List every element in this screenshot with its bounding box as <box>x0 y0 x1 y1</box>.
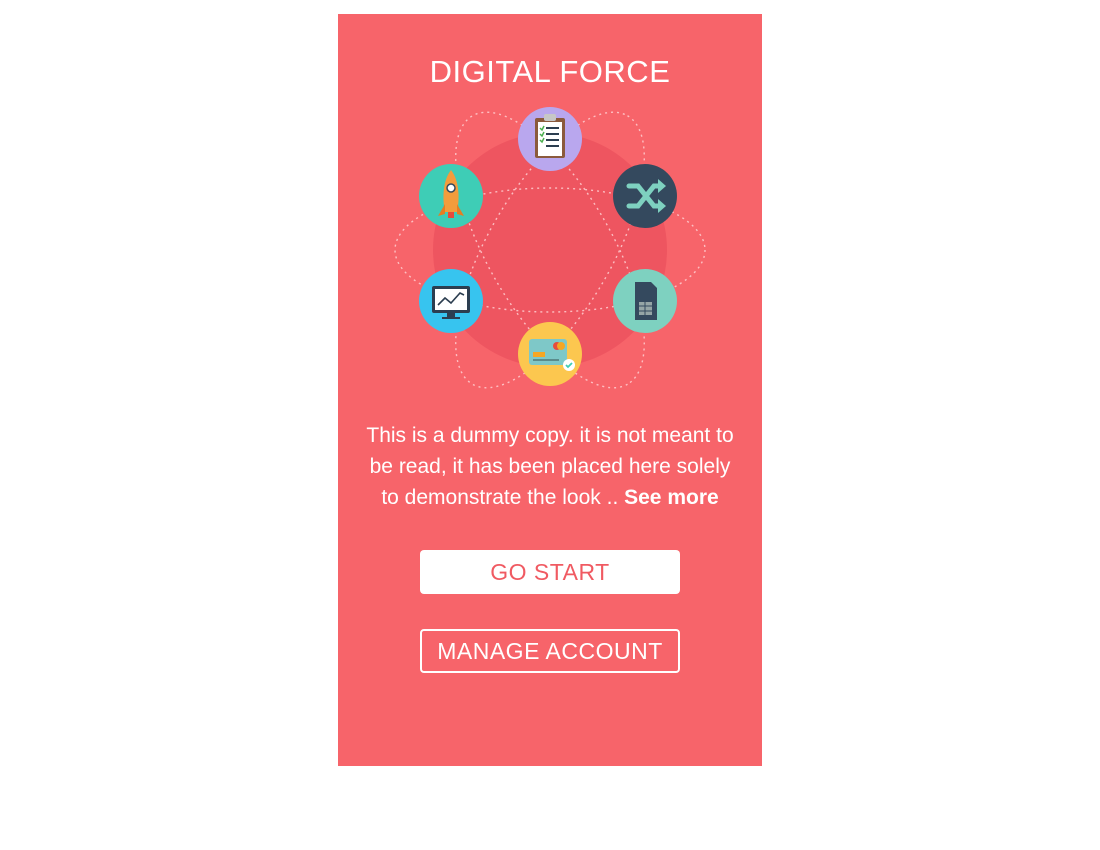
credit-card-icon <box>518 322 582 386</box>
rocket-icon <box>419 164 483 228</box>
monitor-chart-icon <box>419 269 483 333</box>
hero-illustration <box>394 107 706 389</box>
app-screen: DIGITAL FORCE This is a dummy copy. it i… <box>338 14 762 766</box>
see-more-link[interactable]: See more <box>624 486 719 509</box>
description-text: This is a dummy copy. it is not meant to… <box>362 420 738 513</box>
sim-card-icon <box>613 269 677 333</box>
shuffle-icon <box>613 164 677 228</box>
go-start-button[interactable]: GO START <box>420 550 680 594</box>
manage-account-button[interactable]: MANAGE ACCOUNT <box>420 629 680 673</box>
clipboard-icon <box>518 107 582 171</box>
